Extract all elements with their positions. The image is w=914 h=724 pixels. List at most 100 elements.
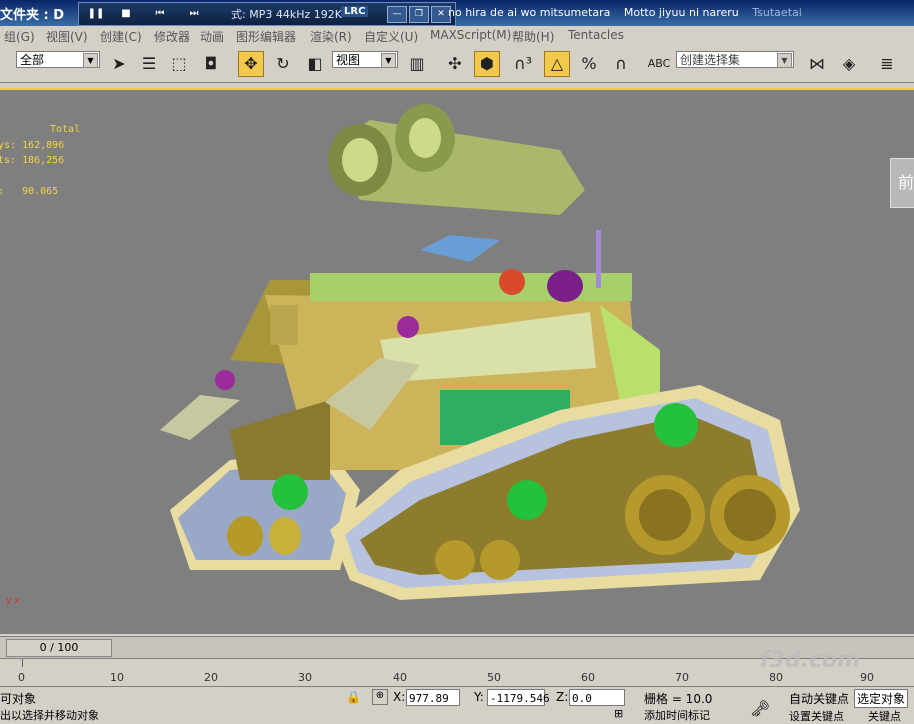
menu-modifiers[interactable]: 修改器 <box>154 28 190 45</box>
selection-filter-dropdown[interactable]: 全部 ▼ <box>16 51 100 68</box>
menu-group[interactable]: 组(G) <box>4 28 35 45</box>
tick-label: 0 <box>18 671 25 684</box>
z-label: Z: <box>556 690 569 704</box>
y-label: Y: <box>474 690 484 704</box>
chevron-down-icon: ▼ <box>777 53 792 68</box>
lyrics-ticker: no hira de ai wo mitsumetara Motto jiyuu… <box>448 6 914 19</box>
pause-icon[interactable]: ❚❚ <box>85 6 107 21</box>
vent-grille <box>270 305 298 345</box>
time-tag-icon[interactable]: ⊞ <box>614 707 623 720</box>
named-selection-value: 创建选择集 <box>680 53 741 67</box>
tick-label: 10 <box>110 671 124 684</box>
pivot-center-icon[interactable]: ▥ <box>404 51 430 77</box>
green-wheel <box>507 480 547 520</box>
select-by-name-icon[interactable]: ☰ <box>136 51 162 77</box>
absolute-mode-icon[interactable]: ⊕ <box>372 689 388 705</box>
chevron-down-icon: ▼ <box>381 53 396 68</box>
cylinder-purple <box>547 270 583 302</box>
reference-coord-value: 视图 <box>336 53 361 67</box>
tick-label: 50 <box>487 671 501 684</box>
key-icon[interactable]: 🗝 <box>750 699 770 718</box>
minimize-icon[interactable]: — <box>387 6 407 23</box>
selected-object-dropdown[interactable]: 选定对象 <box>854 689 909 708</box>
menu-create[interactable]: 创建(C) <box>100 28 142 45</box>
main-toolbar: 全部 ▼ ➤ ☰ ⬚ ◘ ✥ ↻ ◧ 视图 ▼ ▥ ✣ ⬢ ∩³ △ % ∩ A… <box>0 46 914 83</box>
robot-model[interactable] <box>0 90 914 634</box>
road-wheel <box>480 540 520 580</box>
prev-track-icon[interactable]: ⏮ <box>149 6 171 21</box>
menu-graph-editors[interactable]: 图形编辑器 <box>236 28 296 45</box>
stop-icon[interactable]: ■ <box>115 6 137 21</box>
title-bar: 文件夹 : D ❚❚ ■ ⏮ ⏭ 式: MP3 44kHz 192K LRC —… <box>0 0 914 26</box>
named-selection-dropdown[interactable]: 创建选择集 ▼ <box>676 51 794 68</box>
snap-3d-icon[interactable]: ∩³ <box>510 51 536 77</box>
left-claw <box>160 395 240 440</box>
keyboard-shortcut-icon[interactable]: ⬢ <box>474 51 500 77</box>
x-coordinate-field[interactable]: 977.89 <box>406 689 460 706</box>
manipulate-icon[interactable]: ✣ <box>442 51 468 77</box>
layer-manager-icon[interactable]: ≣ <box>874 51 900 77</box>
tick-label: 70 <box>675 671 689 684</box>
reference-coord-dropdown[interactable]: 视图 ▼ <box>332 51 398 68</box>
green-wheel <box>272 474 308 510</box>
grid-size: 栅格 = 10.0 <box>644 692 713 706</box>
tick-label: 60 <box>581 671 595 684</box>
menu-bar: 组(G) 视图(V) 创建(C) 修改器 动画 图形编辑器 渲染(R) 自定义(… <box>0 26 914 47</box>
move-icon[interactable]: ✥ <box>238 51 264 77</box>
left-wheel <box>227 516 263 556</box>
joint <box>215 370 235 390</box>
set-key-button[interactable]: 设置关键点 <box>789 708 844 724</box>
window-title: 文件夹 : D <box>0 8 65 23</box>
menu-help[interactable]: 帮助(H) <box>512 28 554 45</box>
tick-label: 90 <box>860 671 874 684</box>
selection-filter-value: 全部 <box>20 53 45 67</box>
auto-key-button[interactable]: 自动关键点 <box>789 690 849 707</box>
music-player: ❚❚ ■ ⏮ ⏭ 式: MP3 44kHz 192K LRC — ❐ ✕ <box>78 2 456 26</box>
lrc-button[interactable]: LRC <box>341 6 369 17</box>
time-slider-knob[interactable]: 0 / 100 <box>6 639 112 657</box>
right-lens <box>409 118 441 158</box>
spinner-snap-icon[interactable]: ∩ <box>608 51 634 77</box>
status-bar: 可对象 出以选择并移动对象 🔒 ⊕ X: 977.89 Y: -1179.546… <box>0 686 914 724</box>
y-coordinate-field[interactable]: -1179.546 <box>487 689 550 706</box>
mirror-icon[interactable]: ⋈ <box>804 51 830 77</box>
lyric-line: Tsutaetai <box>752 6 802 19</box>
road-wheel <box>435 540 475 580</box>
neck <box>420 235 500 262</box>
site-watermark: f3d.com <box>760 648 861 673</box>
joint <box>397 316 419 338</box>
drive-wheel-hub <box>639 489 691 541</box>
perspective-viewport[interactable]: Total ys: 162,896 ts: 186,256 : 90.065 前… <box>0 88 914 634</box>
menu-animation[interactable]: 动画 <box>200 28 224 45</box>
restore-icon[interactable]: ❐ <box>409 6 429 23</box>
left-lens <box>342 138 378 182</box>
body-top <box>310 273 632 301</box>
scale-icon[interactable]: ◧ <box>302 51 328 77</box>
menu-tentacles[interactable]: Tentacles <box>568 28 624 42</box>
selection-status: 可对象 <box>0 692 37 706</box>
select-arrow-icon[interactable]: ➤ <box>106 51 132 77</box>
rect-selection-icon[interactable]: ⬚ <box>166 51 192 77</box>
z-coordinate-field[interactable]: 0.0 <box>569 689 625 706</box>
menu-rendering[interactable]: 渲染(R) <box>310 28 352 45</box>
align-icon[interactable]: ◈ <box>836 51 862 77</box>
menu-customize[interactable]: 自定义(U) <box>364 28 418 45</box>
next-track-icon[interactable]: ⏭ <box>183 6 205 21</box>
tick-label: 40 <box>393 671 407 684</box>
rotate-icon[interactable]: ↻ <box>270 51 296 77</box>
percent-snap-icon[interactable]: % <box>576 51 602 77</box>
tick-line <box>22 659 23 667</box>
body-lower <box>230 400 330 480</box>
window-crossing-icon[interactable]: ◘ <box>198 51 224 77</box>
angle-snap-icon[interactable]: △ <box>544 51 570 77</box>
menu-maxscript[interactable]: MAXScript(M) <box>430 28 511 42</box>
chevron-down-icon: ▼ <box>83 53 98 68</box>
lyric-line: no hira de ai wo mitsumetara <box>448 6 611 19</box>
key-filters-button[interactable]: 关键点 <box>868 708 901 724</box>
lock-icon[interactable]: 🔒 <box>346 690 361 704</box>
abc-label: ABC <box>647 57 671 70</box>
drive-wheel-hub <box>724 489 776 541</box>
menu-view[interactable]: 视图(V) <box>46 28 88 45</box>
edit-named-selection-icon[interactable]: ABC <box>646 51 672 77</box>
button <box>499 269 525 295</box>
